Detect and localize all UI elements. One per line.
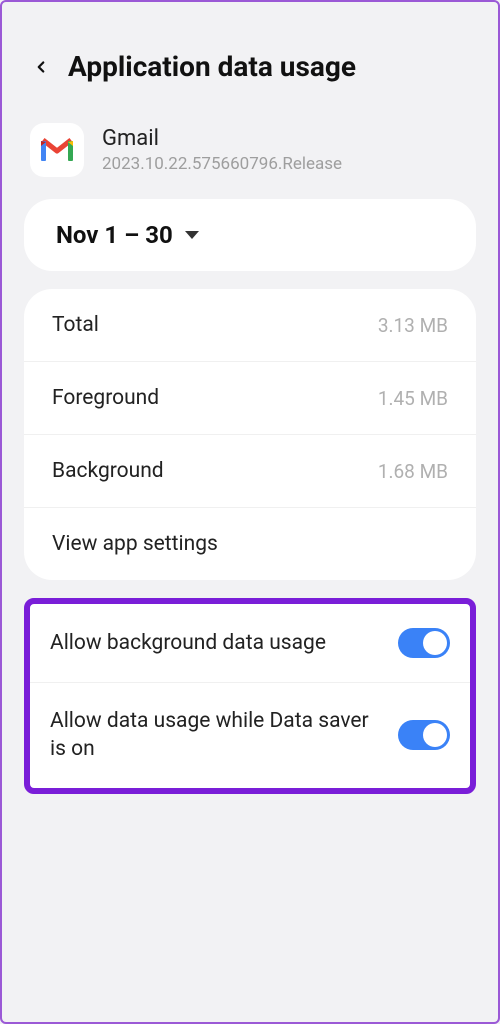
stat-row-foreground: Foreground 1.45 MB [24,362,476,435]
app-version: 2023.10.22.575660796.Release [102,153,342,175]
stat-row-background: Background 1.68 MB [24,435,476,508]
chevron-down-icon [185,231,199,239]
date-range-label: Nov 1 – 30 [56,221,173,249]
stat-label: Foreground [52,386,159,410]
stat-label: Total [52,313,99,337]
toggle-switch[interactable] [398,628,450,658]
toggle-switch[interactable] [398,720,450,750]
header: Application data usage [24,22,476,111]
page-title: Application data usage [68,50,356,83]
back-icon[interactable] [32,58,50,76]
stat-value: 3.13 MB [378,314,448,337]
stat-label: Background [52,459,164,483]
gmail-icon [30,123,84,177]
date-range-selector[interactable]: Nov 1 – 30 [24,199,476,271]
usage-stats-card: Total 3.13 MB Foreground 1.45 MB Backgro… [24,289,476,580]
toggle-row-background-data[interactable]: Allow background data usage [30,604,470,683]
toggle-row-data-saver[interactable]: Allow data usage while Data saver is on [30,683,470,788]
stat-row-total: Total 3.13 MB [24,289,476,362]
view-app-settings[interactable]: View app settings [24,508,476,580]
app-info: Gmail 2023.10.22.575660796.Release [24,111,476,199]
stat-value: 1.68 MB [378,460,448,483]
toggle-label: Allow data usage while Data saver is on [50,707,382,764]
date-range-card: Nov 1 – 30 [24,199,476,271]
app-name: Gmail [102,125,342,154]
view-app-settings-label: View app settings [52,532,218,556]
toggles-card: Allow background data usage Allow data u… [24,598,476,794]
toggle-label: Allow background data usage [50,629,382,657]
stat-value: 1.45 MB [378,387,448,410]
